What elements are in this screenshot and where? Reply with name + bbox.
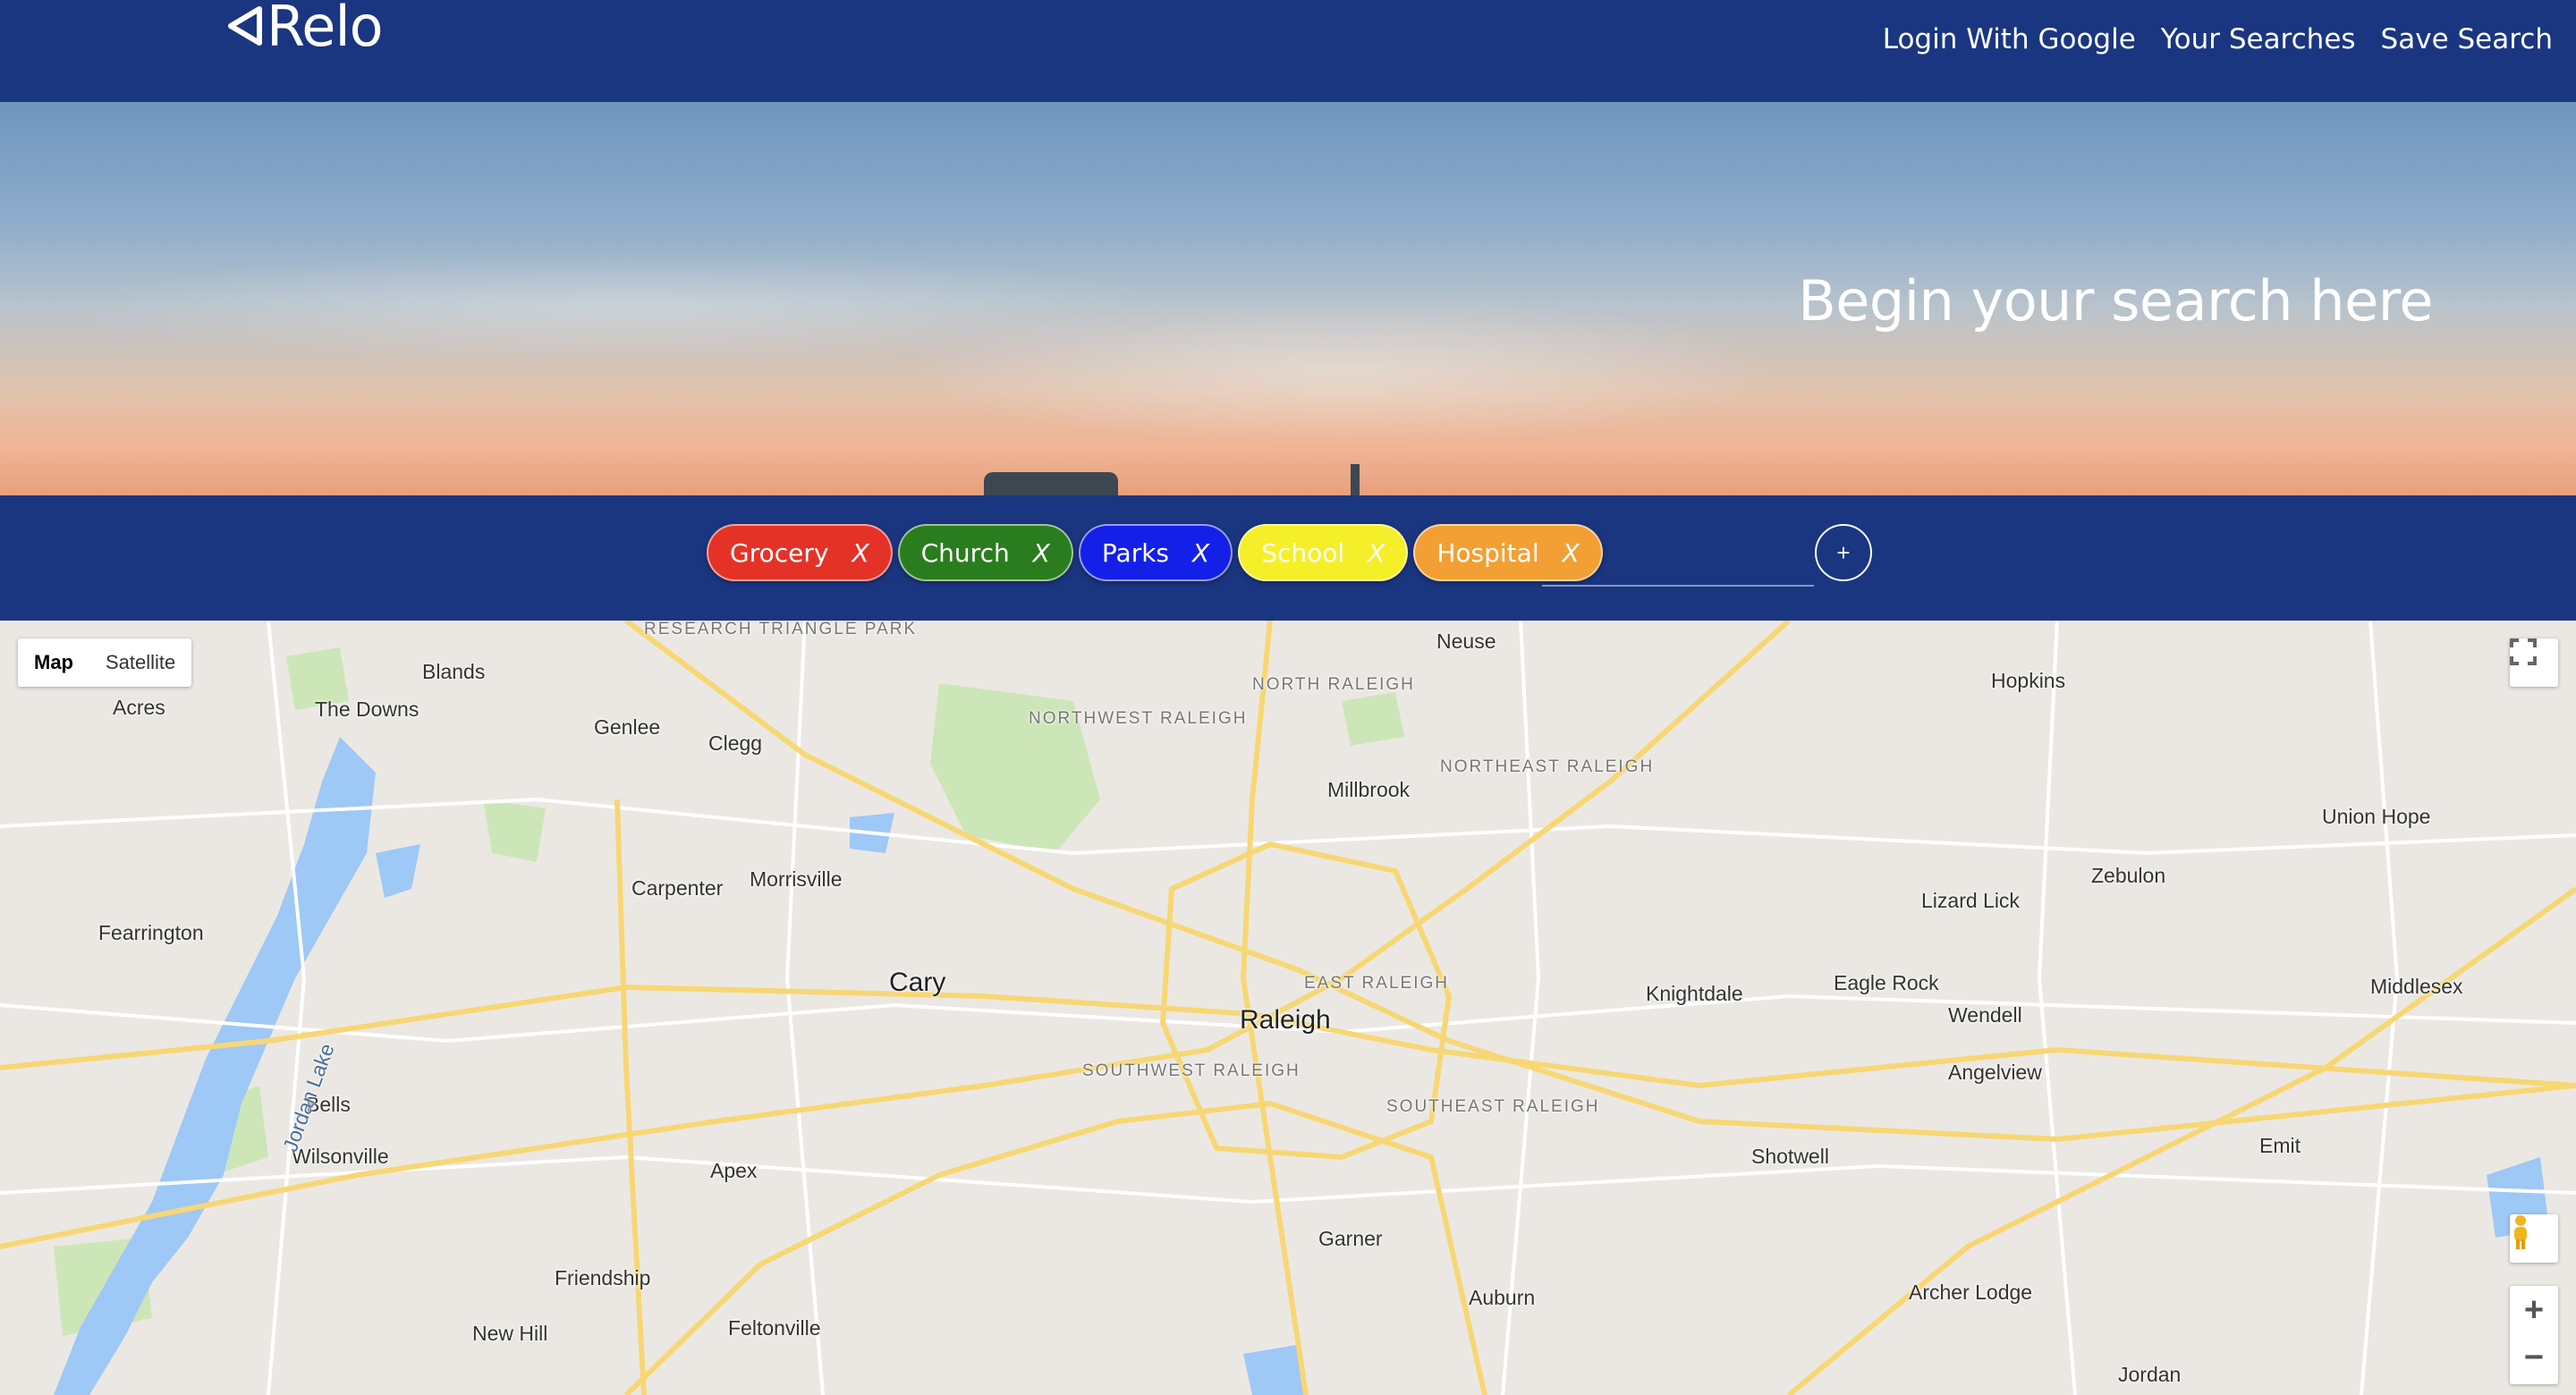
- district-label: SOUTHWEST RALEIGH: [1082, 1061, 1301, 1080]
- chip-label: School: [1261, 537, 1345, 568]
- place-label: Morrisville: [750, 867, 843, 891]
- district-label: EAST RALEIGH: [1304, 974, 1449, 993]
- chip-label: Hospital: [1436, 537, 1539, 568]
- tower-silhouette: [1351, 464, 1360, 495]
- chip-remove-button[interactable]: X: [1192, 538, 1209, 568]
- top-navbar: Relo Login With Google Your Searches Sav…: [0, 0, 2576, 102]
- hero-heading: Begin your search here: [1798, 268, 2433, 334]
- chip-grocery[interactable]: Grocery X: [707, 524, 893, 581]
- fullscreen-icon: [2510, 638, 2537, 665]
- chip-input[interactable]: [1542, 529, 1814, 587]
- chip-list: Grocery X Church X Parks X School X Hosp…: [707, 524, 1603, 581]
- logo[interactable]: Relo: [225, 0, 384, 59]
- zoom-in-button[interactable]: +: [2524, 1286, 2544, 1335]
- place-label-cary: Cary: [889, 968, 946, 997]
- place-label: Angelview: [1948, 1061, 2042, 1084]
- place-label: Lizard Lick: [1921, 889, 2020, 912]
- place-label: Emit: [2259, 1134, 2301, 1157]
- place-label: Knightdale: [1646, 982, 1743, 1005]
- place-label: Hopkins: [1991, 669, 2066, 692]
- map-type-map-button[interactable]: Map: [18, 638, 89, 687]
- place-label: Garner: [1318, 1227, 1383, 1250]
- logo-text: Relo: [267, 0, 384, 59]
- save-search-link[interactable]: Save Search: [2381, 23, 2553, 55]
- place-label: Blands: [422, 660, 486, 683]
- place-label: Archer Lodge: [1909, 1281, 2033, 1304]
- chip-parks[interactable]: Parks X: [1078, 524, 1233, 581]
- chip-remove-button[interactable]: X: [1033, 538, 1050, 568]
- chip-church[interactable]: Church X: [897, 524, 1073, 581]
- place-label: Middlesex: [2370, 975, 2463, 998]
- zoom-out-button[interactable]: −: [2524, 1335, 2544, 1384]
- map-view[interactable]: Raleigh Cary Blands The Downs Genlee Cle…: [0, 621, 2576, 1395]
- place-label: Wilsonville: [292, 1145, 389, 1168]
- place-label: New Hill: [472, 1322, 548, 1345]
- place-label: Neuse: [1436, 630, 1496, 653]
- place-label-raleigh: Raleigh: [1240, 1005, 1331, 1035]
- your-searches-link[interactable]: Your Searches: [2161, 23, 2356, 55]
- chip-label: Parks: [1101, 537, 1170, 568]
- place-label: Genlee: [594, 715, 661, 739]
- district-label: RESEARCH TRIANGLE PARK: [644, 621, 918, 638]
- place-label: Jordan: [2118, 1363, 2182, 1386]
- filter-bar: Grocery X Church X Parks X School X Hosp…: [0, 495, 2576, 621]
- place-label: Eagle Rock: [1834, 971, 1939, 994]
- place-label: Zebulon: [2091, 864, 2166, 887]
- nav-links: Login With Google Your Searches Save Sea…: [1883, 23, 2553, 55]
- chip-school[interactable]: School X: [1238, 524, 1409, 581]
- login-with-google-link[interactable]: Login With Google: [1883, 23, 2136, 55]
- chip-remove-button[interactable]: X: [852, 538, 869, 568]
- map-water: [54, 737, 2549, 1395]
- place-label: Shotwell: [1751, 1145, 1829, 1168]
- place-label: Friendship: [555, 1266, 651, 1289]
- chip-label: Grocery: [730, 537, 829, 568]
- place-label: Clegg: [708, 731, 763, 755]
- pegman-icon: [2514, 1215, 2527, 1249]
- district-label: NORTH RALEIGH: [1252, 675, 1415, 694]
- zoom-control: + −: [2510, 1286, 2558, 1384]
- place-label: Auburn: [1469, 1286, 1536, 1309]
- district-label: NORTHWEST RALEIGH: [1029, 709, 1248, 728]
- fullscreen-button[interactable]: [2510, 638, 2558, 687]
- district-label: NORTHEAST RALEIGH: [1440, 757, 1655, 776]
- place-label: Apex: [710, 1159, 758, 1182]
- chip-label: Church: [920, 537, 1010, 568]
- building-silhouette: [984, 472, 1118, 495]
- place-label: Millbrook: [1327, 778, 1411, 801]
- place-label: Fearrington: [98, 921, 204, 944]
- place-label: Union Hope: [2322, 805, 2431, 828]
- map-type-control: Map Satellite: [18, 638, 192, 687]
- add-chip-button[interactable]: +: [1815, 524, 1872, 581]
- chip-remove-button[interactable]: X: [1368, 538, 1385, 568]
- place-label: Feltonville: [728, 1316, 821, 1340]
- place-label: Wendell: [1948, 1003, 2022, 1027]
- district-label: SOUTHEAST RALEIGH: [1386, 1097, 1600, 1116]
- map-type-satellite-button[interactable]: Satellite: [89, 638, 191, 687]
- place-label: Carpenter: [631, 876, 724, 900]
- place-label: Acres: [113, 696, 165, 719]
- street-view-pegman[interactable]: [2510, 1214, 2558, 1263]
- place-label: The Downs: [315, 698, 419, 721]
- back-triangle-icon: [228, 6, 262, 46]
- hero-banner: Begin your search here: [0, 102, 2576, 495]
